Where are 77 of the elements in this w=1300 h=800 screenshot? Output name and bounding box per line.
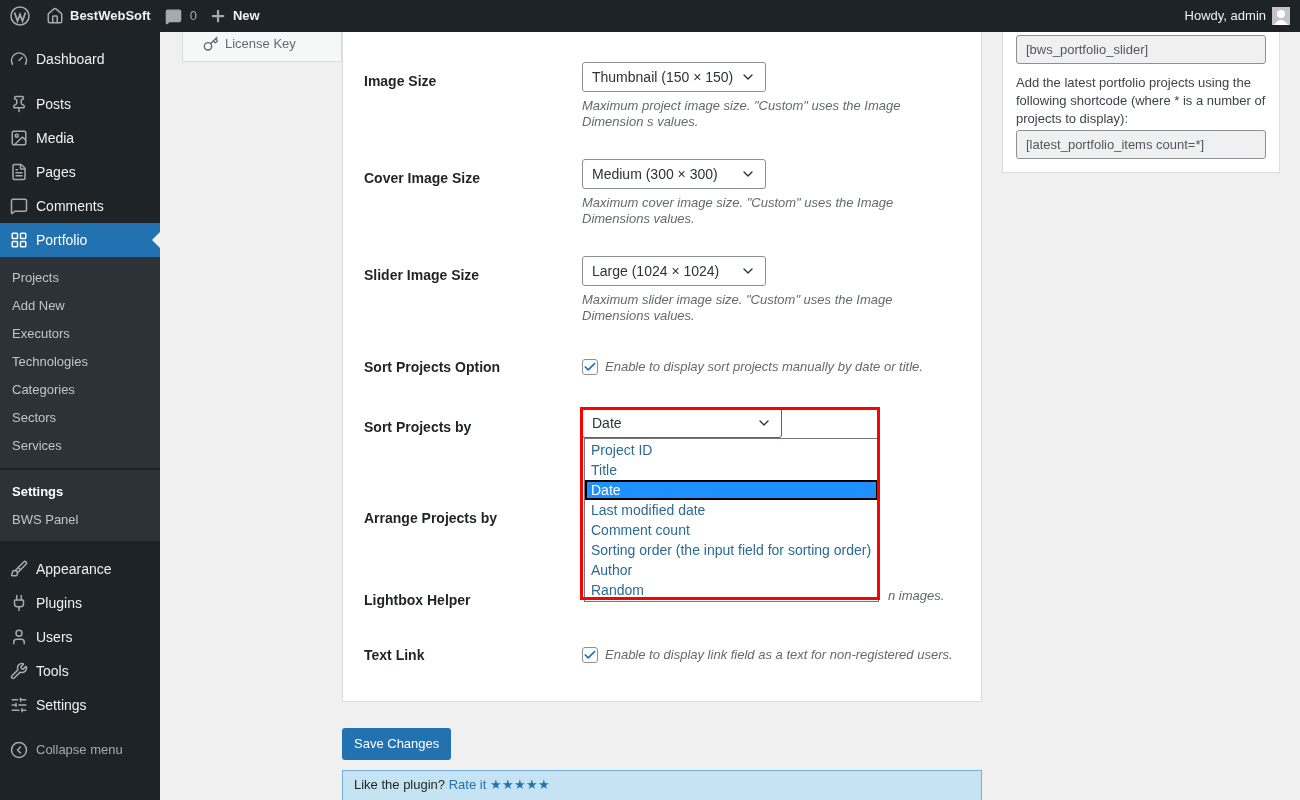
- select-field[interactable]: Thumbnail (150 × 150): [582, 62, 766, 92]
- user-icon: [10, 628, 28, 646]
- dropdown-option[interactable]: Last modified date: [585, 500, 878, 520]
- menu-item[interactable]: Portfolio: [0, 223, 160, 257]
- media-icon: [10, 129, 28, 147]
- checkbox[interactable]: [582, 647, 598, 663]
- shortcode-description: Add the latest portfolio projects using the following shortcode (where * is a number of projects to display):: [1016, 74, 1266, 128]
- collapse-menu-button[interactable]: Collapse menu: [0, 733, 160, 767]
- menu-item[interactable]: Posts: [0, 87, 160, 121]
- code-field: [bws_portfolio_slider]: [1016, 35, 1266, 64]
- rate-link[interactable]: Rate it ★★★★★: [448, 777, 550, 792]
- help-text: Enable to display sort projects manually by date or title.: [605, 359, 923, 375]
- settings-icon: [10, 696, 28, 714]
- menu-item[interactable]: Dashboard: [0, 42, 160, 76]
- select-field[interactable]: Medium (300 × 300): [582, 159, 766, 189]
- check-icon: [583, 648, 597, 662]
- select-field[interactable]: Date: [582, 408, 782, 438]
- field-label: Sort Projects by: [364, 419, 472, 435]
- dropdown-option[interactable]: Title: [585, 460, 878, 480]
- dropdown-option[interactable]: Author: [585, 560, 878, 580]
- submenu-item[interactable]: Add New: [0, 292, 160, 320]
- account-link[interactable]: Howdy, admin: [1184, 6, 1290, 26]
- help-text: Enable to display link field as a text for non-registered users.: [605, 647, 953, 663]
- help-text: Maximum slider image size. "Custom" uses the Image Dimensions values.: [582, 292, 894, 324]
- field-label: Sort Projects Option: [364, 359, 501, 375]
- notice-text: Like the plugin?: [354, 777, 446, 792]
- menu-item[interactable]: Appearance: [0, 552, 160, 586]
- help-text: Maximum project image size. "Custom" uses the Image Dimension s values.: [582, 98, 902, 130]
- menu-item[interactable]: Settings: [0, 688, 160, 722]
- submenu-item[interactable]: Sectors: [0, 404, 160, 432]
- field-label: Image Size: [364, 73, 437, 89]
- new-link[interactable]: New: [208, 6, 260, 26]
- menu-item[interactable]: Plugins: [0, 586, 160, 620]
- help-text: n images.: [888, 588, 945, 605]
- field-label: Cover Image Size: [364, 170, 480, 186]
- pin-icon: [10, 95, 28, 113]
- help-text: Maximum cover image size. "Custom" uses the Image Dimensions values.: [582, 195, 895, 227]
- submenu-item[interactable]: Categories: [0, 376, 160, 404]
- submenu-item[interactable]: Services: [0, 432, 160, 460]
- submenu-item[interactable]: Projects: [0, 264, 160, 292]
- current-pointer-icon: [152, 232, 160, 248]
- dropdown-option[interactable]: Project ID: [585, 440, 878, 460]
- comment-icon: [164, 7, 182, 25]
- brush-icon: [10, 560, 28, 578]
- save-changes-button[interactable]: Save Changes: [342, 728, 452, 760]
- field-label: Text Link: [364, 647, 425, 663]
- avatar-icon: [1272, 7, 1290, 25]
- comment-icon: [10, 197, 28, 215]
- check-icon: [583, 360, 597, 374]
- menu-item[interactable]: Media: [0, 121, 160, 155]
- comments-link[interactable]: 0: [164, 6, 197, 26]
- field-label: Slider Image Size: [364, 267, 480, 283]
- collapse-icon: [10, 741, 28, 759]
- menu-item[interactable]: Users: [0, 620, 160, 654]
- dropdown-option[interactable]: Comment count: [585, 520, 878, 540]
- site-link[interactable]: BestWebSoft: [46, 6, 151, 26]
- select-field[interactable]: Large (1024 × 1024): [582, 256, 766, 286]
- grid-icon: [10, 231, 28, 249]
- checkbox[interactable]: [582, 359, 598, 375]
- key-icon: [203, 35, 219, 52]
- code-field: [latest_portfolio_items count=*]: [1016, 130, 1266, 159]
- field-label: Lightbox Helper: [364, 592, 471, 608]
- menu-item[interactable]: Comments: [0, 189, 160, 223]
- gauge-icon: [10, 50, 28, 68]
- field-label: Arrange Projects by: [364, 510, 498, 526]
- wrench-icon: [10, 662, 28, 680]
- menu-item[interactable]: Tools: [0, 654, 160, 688]
- dropdown-option[interactable]: Sorting order (the input field for sorting order): [585, 540, 878, 560]
- pages-icon: [10, 163, 28, 181]
- home-icon: [46, 7, 64, 25]
- dropdown-option[interactable]: Random: [585, 580, 878, 600]
- submenu-item[interactable]: Settings: [0, 478, 160, 506]
- submenu-item[interactable]: Executors: [0, 320, 160, 348]
- menu-item[interactable]: Pages: [0, 155, 160, 189]
- wordpress-logo[interactable]: [10, 6, 30, 26]
- submenu-item[interactable]: BWS Panel: [0, 506, 160, 534]
- submenu-item[interactable]: Technologies: [0, 348, 160, 376]
